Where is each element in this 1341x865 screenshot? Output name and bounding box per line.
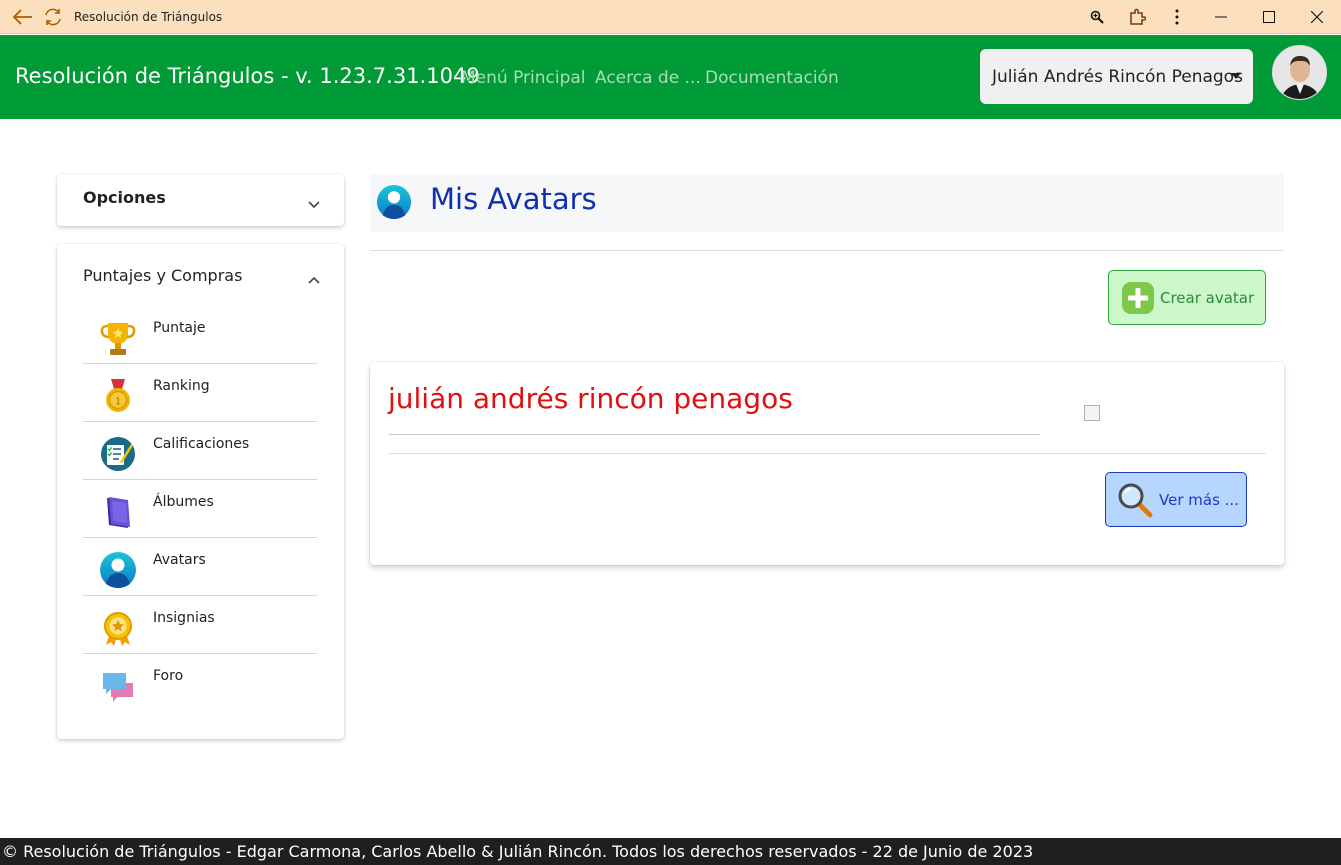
create-avatar-button[interactable]: Crear avatar — [1108, 270, 1266, 325]
nav-main-menu[interactable]: Menú Principal — [461, 68, 586, 88]
divider — [389, 453, 1266, 454]
menu-item-ranking[interactable]: 1 Ranking — [83, 364, 317, 422]
divider — [370, 250, 1284, 251]
nav-documentation[interactable]: Documentación — [705, 68, 839, 88]
avatar-image — [1084, 405, 1100, 421]
plus-icon — [1122, 281, 1154, 314]
caret-down-icon — [1231, 73, 1241, 79]
divider — [389, 434, 1040, 435]
grades-icon — [101, 437, 135, 471]
view-more-button[interactable]: Ver más ... — [1105, 472, 1247, 527]
back-arrow-icon[interactable] — [10, 4, 36, 30]
avatar-icon — [376, 184, 412, 220]
window-title: Resolución de Triángulos — [74, 9, 223, 24]
menu-item-foro[interactable]: Foro — [83, 654, 317, 712]
user-avatar[interactable] — [1272, 45, 1327, 100]
menu-item-calificaciones[interactable]: Calificaciones — [83, 422, 317, 480]
user-name: Julián Andrés Rincón Penagos — [992, 66, 1243, 87]
create-avatar-label: Crear avatar — [1160, 288, 1255, 307]
maximize-icon[interactable] — [1245, 0, 1293, 34]
forum-icon — [103, 673, 133, 702]
options-title: Opciones — [83, 188, 166, 207]
app-header: Resolución de Triángulos - v. 1.23.7.31.… — [0, 35, 1341, 119]
menu-item-insignias[interactable]: Insignias — [83, 596, 317, 654]
nav-about[interactable]: Acerca de ... — [595, 68, 701, 88]
badge-icon — [104, 612, 132, 646]
menu-item-albumes[interactable]: Álbumes — [83, 480, 317, 538]
menu-item-label: Ranking — [153, 378, 210, 394]
page-header: Mis Avatars — [370, 174, 1284, 232]
menu-item-label: Calificaciones — [153, 436, 250, 452]
menu-item-label: Avatars — [153, 552, 206, 568]
zoom-icon[interactable] — [1077, 0, 1117, 34]
view-more-label: Ver más ... — [1159, 490, 1239, 509]
svg-text:1: 1 — [115, 396, 121, 408]
footer-text: © Resolución de Triángulos - Edgar Carmo… — [2, 842, 1034, 861]
magnifier-icon — [1118, 483, 1153, 517]
minimize-icon[interactable] — [1197, 0, 1245, 34]
user-menu-button[interactable]: Julián Andrés Rincón Penagos — [980, 49, 1253, 104]
avatar-name: julián andrés rincón penagos — [388, 382, 793, 415]
menu-item-label: Foro — [153, 668, 184, 684]
footer: © Resolución de Triángulos - Edgar Carmo… — [0, 838, 1341, 865]
menu-item-label: Álbumes — [153, 494, 214, 510]
window-titlebar: Resolución de Triángulos — [0, 0, 1341, 34]
scores-panel: Puntajes y Compras Puntaje 1 Ranking Cal… — [57, 244, 344, 739]
menu-item-label: Insignias — [153, 610, 215, 626]
menu-item-label: Puntaje — [153, 320, 206, 336]
app-brand[interactable]: Resolución de Triángulos - v. 1.23.7.31.… — [15, 64, 480, 88]
chevron-down-icon[interactable] — [308, 196, 320, 214]
trophy-icon — [100, 323, 136, 355]
medal-icon: 1 — [106, 379, 130, 412]
avatar-icon — [100, 552, 136, 588]
options-panel[interactable]: Opciones — [57, 174, 344, 226]
more-options-icon[interactable] — [1157, 0, 1197, 34]
close-icon[interactable] — [1293, 0, 1341, 34]
scores-menu: Puntaje 1 Ranking Calificaciones Álbumes… — [83, 306, 317, 712]
scores-panel-title[interactable]: Puntajes y Compras — [83, 266, 242, 285]
extensions-icon[interactable] — [1117, 0, 1157, 34]
chevron-up-icon[interactable] — [308, 271, 320, 289]
album-icon — [107, 497, 130, 528]
menu-item-avatars[interactable]: Avatars — [83, 538, 317, 596]
page-title: Mis Avatars — [430, 182, 597, 216]
menu-item-puntaje[interactable]: Puntaje — [83, 306, 317, 364]
reload-icon[interactable] — [40, 4, 66, 30]
avatar-card: julián andrés rincón penagos Ver más ... — [370, 362, 1284, 565]
